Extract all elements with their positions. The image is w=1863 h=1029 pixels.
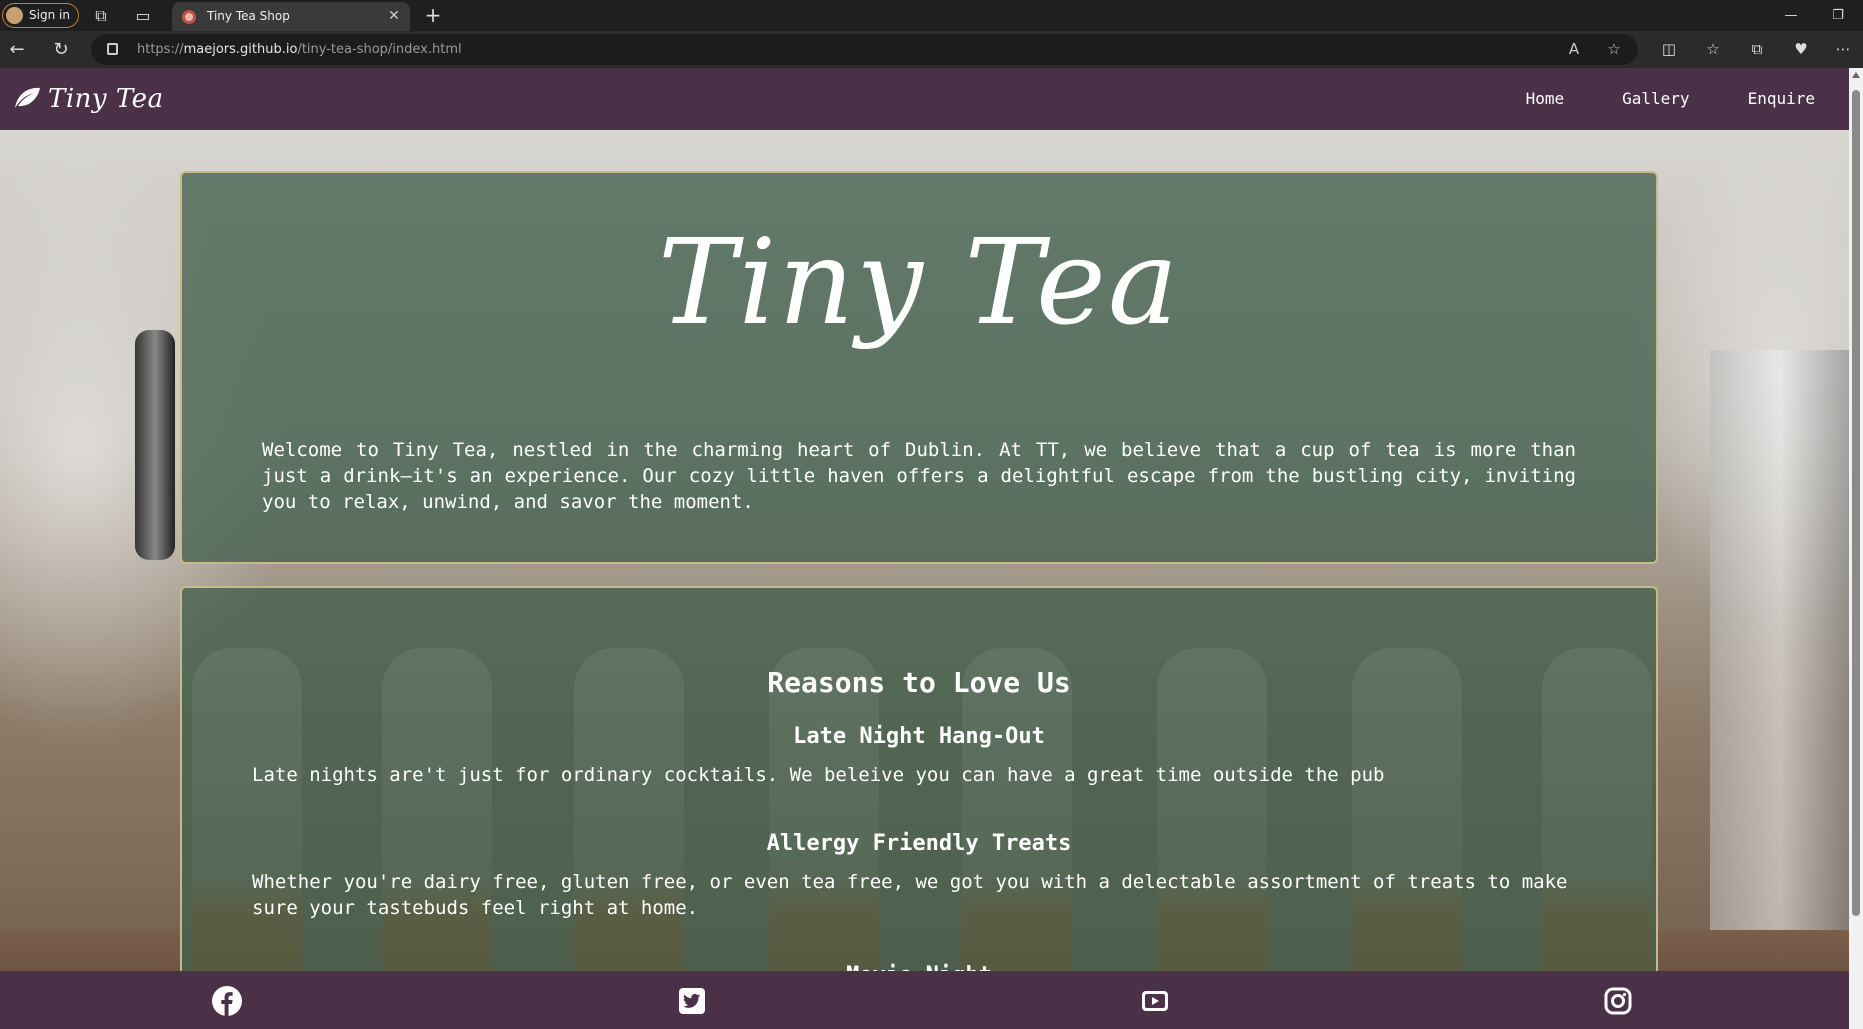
main-nav: Home Gallery Enquire [1497, 68, 1849, 130]
welcome-text: Welcome to Tiny Tea, nestled in the char… [262, 439, 1576, 513]
hero-title: Tiny Tea [657, 213, 1181, 351]
browser-address-bar: ← ↻ https://maejors.github.io/tiny-tea-s… [0, 31, 1863, 68]
hero-card: Tiny Tea Welcome to Tiny Tea, nestled in… [180, 171, 1658, 564]
page-viewport: Tiny Tea Home Gallery Enquire Tiny Tea W… [0, 68, 1849, 1029]
back-icon[interactable]: ← [0, 31, 34, 68]
sign-in-label: Sign in [29, 8, 70, 22]
youtube-icon[interactable] [1139, 985, 1171, 1017]
lock-icon [107, 43, 118, 55]
workspaces-icon[interactable]: ⧉ [86, 0, 116, 31]
nav-home[interactable]: Home [1497, 68, 1594, 130]
reason-title: Late Night Hang-Out [793, 724, 1045, 749]
tab-actions-icon[interactable]: ▭ [128, 0, 158, 31]
read-aloud-icon[interactable]: A [1561, 34, 1587, 65]
leaf-icon [15, 87, 40, 108]
sign-in-button[interactable]: Sign in [2, 3, 79, 28]
tab-title: Tiny Tea Shop [207, 9, 290, 23]
scrollbar-thumb[interactable] [1852, 90, 1860, 916]
profile-avatar-icon [6, 7, 23, 24]
reasons-card: Reasons to Love Us Late Night Hang-Out L… [180, 586, 1658, 1029]
instagram-icon[interactable] [1602, 985, 1634, 1017]
beer-tap-image [135, 330, 175, 560]
minimize-icon[interactable]: — [1771, 0, 1811, 31]
collections-icon[interactable]: ⧉ [1740, 31, 1774, 68]
tab-favicon-icon [182, 10, 196, 24]
reason-text: Late nights are't just for ordinary cock… [252, 764, 1385, 786]
reason-title: Allergy Friendly Treats [766, 831, 1072, 856]
site-logo[interactable]: Tiny Tea [12, 76, 164, 122]
scroll-up-icon[interactable] [1852, 72, 1860, 78]
tab-close-icon[interactable]: ✕ [384, 2, 404, 31]
settings-more-icon[interactable]: ⋯ [1826, 31, 1860, 68]
split-screen-icon[interactable]: ◫ [1652, 31, 1686, 68]
refresh-icon[interactable]: ↻ [44, 31, 78, 68]
nav-enquire[interactable]: Enquire [1719, 68, 1849, 130]
browser-tab[interactable]: Tiny Tea Shop ✕ [172, 2, 410, 31]
page-scrollbar[interactable] [1849, 68, 1863, 1029]
espresso-machine-image [1710, 350, 1849, 950]
reasons-title: Reasons to Love Us [767, 666, 1071, 699]
restore-icon[interactable]: ❐ [1818, 0, 1858, 31]
site-footer [0, 971, 1849, 1029]
reason-text: Whether you're dairy free, gluten free, … [252, 871, 1568, 919]
twitter-icon[interactable] [676, 985, 708, 1017]
url-input[interactable]: https://maejors.github.io/tiny-tea-shop/… [91, 34, 1638, 65]
favorite-star-icon[interactable]: ☆ [1601, 34, 1627, 65]
site-header: Tiny Tea Home Gallery Enquire [0, 68, 1849, 130]
url-text: https://maejors.github.io/tiny-tea-shop/… [137, 42, 462, 57]
favorites-icon[interactable]: ☆ [1696, 31, 1730, 68]
facebook-icon[interactable] [211, 985, 243, 1017]
browser-essentials-icon[interactable]: ♥ [1784, 31, 1818, 68]
nav-gallery[interactable]: Gallery [1593, 68, 1718, 130]
browser-tab-bar: Sign in ⧉ ▭ Tiny Tea Shop ✕ + — ❐ [0, 0, 1863, 31]
logo-text: Tiny Tea [48, 84, 164, 114]
new-tab-icon[interactable]: + [418, 0, 448, 31]
